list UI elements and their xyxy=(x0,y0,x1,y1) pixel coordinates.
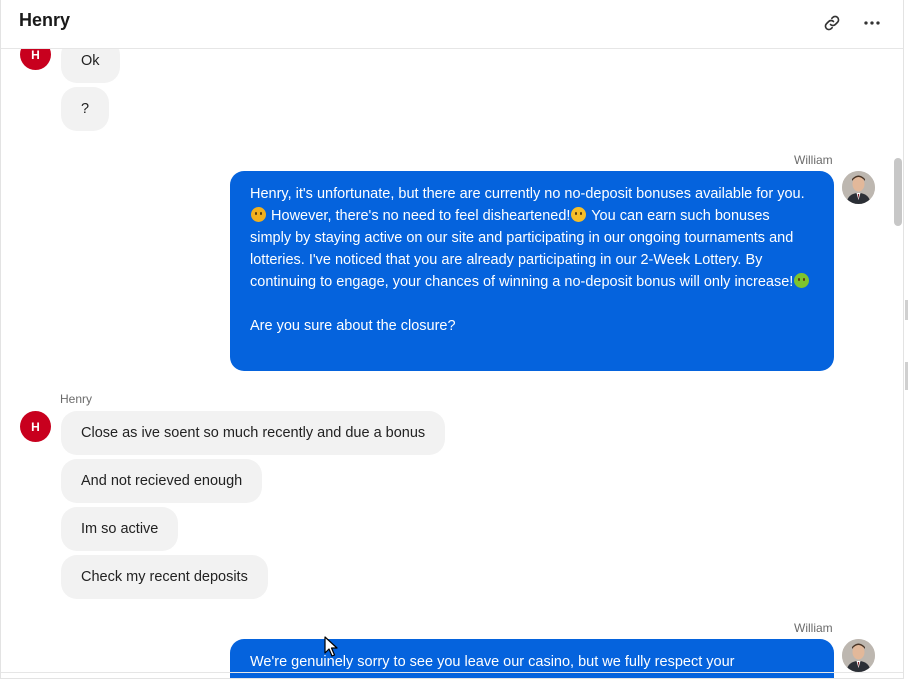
customer-message: Im so active xyxy=(61,507,179,551)
customer-message: And not recieved enough xyxy=(61,459,263,503)
more-horizontal-icon xyxy=(864,21,880,25)
agent-message-text: We're genuinely sorry to see you leave o… xyxy=(250,654,735,670)
agent-photo-icon xyxy=(842,171,875,204)
mouse-cursor-icon xyxy=(324,636,338,657)
agent-message-question: Are you sure about the closure? xyxy=(250,318,456,334)
money-face-emoji-icon xyxy=(794,273,810,288)
customer-message: Check my recent deposits xyxy=(61,555,268,599)
link-button[interactable] xyxy=(820,11,844,35)
composer-divider xyxy=(1,672,903,673)
scrollbar-thumb[interactable] xyxy=(894,158,902,226)
smiling-face-emoji-icon xyxy=(571,207,587,222)
more-options-button[interactable] xyxy=(860,11,884,35)
agent-message-text: However, there's no need to feel dishear… xyxy=(267,208,571,224)
agent-sender-name: William xyxy=(794,153,833,167)
customer-message: ? xyxy=(61,87,110,131)
customer-avatar: H xyxy=(20,411,51,442)
chat-title: Henry xyxy=(19,10,71,30)
link-icon xyxy=(824,15,840,31)
agent-sender-name: William xyxy=(794,621,833,635)
agent-avatar xyxy=(842,171,875,204)
sad-face-emoji-icon xyxy=(251,207,266,222)
agent-photo-icon xyxy=(842,639,875,672)
chat-header: Henry xyxy=(1,0,903,49)
agent-message-text: Henry, it's unfortunate, but there are c… xyxy=(250,186,805,202)
customer-sender-name: Henry xyxy=(60,392,93,406)
customer-message: Close as ive soent so much recently and … xyxy=(61,411,446,455)
agent-avatar xyxy=(842,639,875,672)
chat-window: Henry H Ok ? William Henry, it's unfortu… xyxy=(0,0,904,679)
agent-message: We're genuinely sorry to see you leave o… xyxy=(230,639,834,678)
agent-message: Henry, it's unfortunate, but there are c… xyxy=(230,171,834,371)
